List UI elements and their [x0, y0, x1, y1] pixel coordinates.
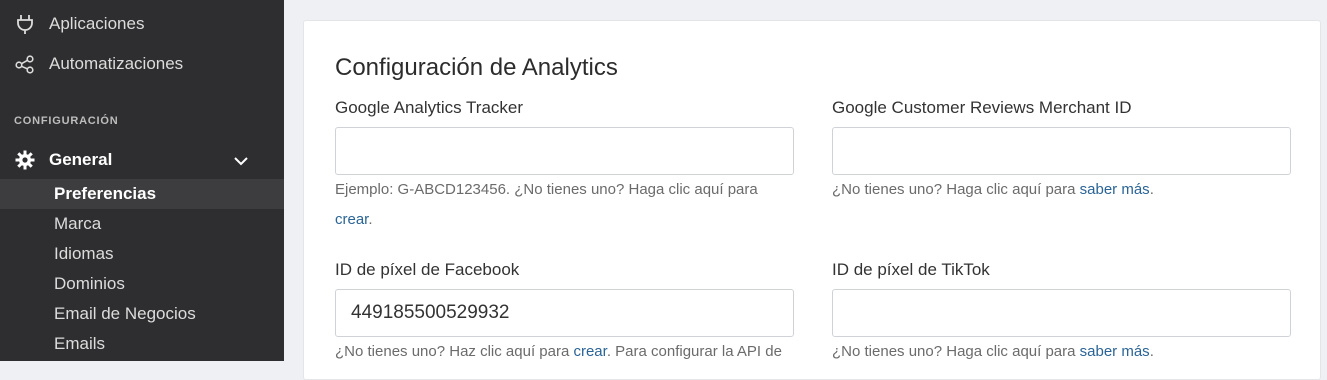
ga-help-end: . — [368, 211, 373, 228]
tiktok-pixel-input[interactable] — [832, 289, 1291, 337]
ga-tracker-input[interactable] — [335, 127, 794, 175]
ga-help: Ejemplo: G-ABCD123456. ¿No tienes uno? H… — [335, 175, 794, 235]
sidebar-subitem-preferencias[interactable]: Preferencias — [0, 179, 284, 209]
fb-label: ID de píxel de Facebook — [335, 260, 520, 279]
tiktok-label: ID de píxel de TikTok — [832, 260, 990, 279]
fb-help-end: . Para configurar la API de — [606, 343, 782, 360]
sidebar-item-automatizaciones[interactable]: Automatizaciones — [0, 44, 284, 84]
sidebar-item-general[interactable]: General — [0, 143, 284, 177]
gcr-label: Google Customer Reviews Merchant ID — [832, 98, 1132, 117]
fb-help-text: ¿No tienes uno? Haz clic aquí para — [335, 343, 574, 360]
gcr-help-text: ¿No tienes uno? Haga clic aquí para — [832, 181, 1080, 198]
gcr-merchant-input[interactable] — [832, 127, 1291, 175]
plug-icon — [14, 13, 36, 35]
tiktok-learn-more-link[interactable]: saber más — [1080, 343, 1150, 360]
sidebar-item-label: General — [49, 150, 113, 169]
fb-help: ¿No tienes uno? Haz clic aquí para crear… — [335, 337, 805, 367]
ga-create-link[interactable]: crear — [335, 211, 368, 228]
tiktok-help: ¿No tienes uno? Haga clic aquí para sabe… — [832, 337, 1291, 367]
fb-pixel-input[interactable] — [335, 289, 794, 337]
sidebar: Aplicaciones Automatizaciones CONFIGURAC… — [0, 0, 284, 361]
sidebar-subitem-idiomas[interactable]: Idiomas — [0, 239, 284, 269]
ga-label: Google Analytics Tracker — [335, 98, 524, 117]
sidebar-item-label: Aplicaciones — [49, 14, 145, 33]
fb-create-link[interactable]: crear — [573, 343, 606, 360]
sidebar-subitem-marca[interactable]: Marca — [0, 209, 284, 239]
gcr-help-end: . — [1149, 181, 1154, 198]
page-title: Configuración de Analytics — [335, 54, 618, 81]
tiktok-help-end: . — [1149, 343, 1154, 360]
analytics-panel: Configuración de Analytics Google Analyt… — [303, 20, 1321, 380]
sidebar-item-aplicaciones[interactable]: Aplicaciones — [0, 4, 284, 44]
sidebar-subitem-email-negocios[interactable]: Email de Negocios — [0, 299, 284, 329]
sidebar-item-label: Automatizaciones — [49, 54, 184, 73]
ga-help-text: Ejemplo: G-ABCD123456. ¿No tienes uno? H… — [335, 181, 758, 198]
gcr-learn-more-link[interactable]: saber más — [1080, 181, 1150, 198]
section-title: CONFIGURACIÓN — [14, 115, 119, 127]
sidebar-subitem-dominios[interactable]: Dominios — [0, 269, 284, 299]
gear-icon — [14, 149, 36, 171]
sidebar-subitem-emails[interactable]: Emails — [0, 329, 284, 359]
tiktok-help-text: ¿No tienes uno? Haga clic aquí para — [832, 343, 1080, 360]
gcr-help: ¿No tienes uno? Haga clic aquí para sabe… — [832, 175, 1291, 205]
chevron-down-icon[interactable] — [232, 152, 250, 170]
share-nodes-icon — [14, 53, 36, 75]
